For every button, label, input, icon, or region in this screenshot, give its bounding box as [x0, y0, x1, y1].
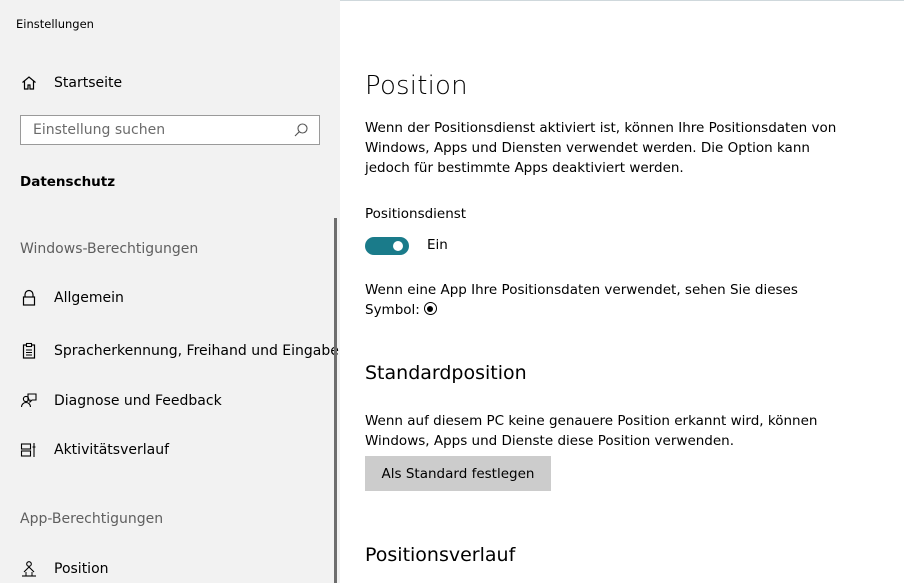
sidebar-scrollbar[interactable]: [334, 218, 337, 583]
location-in-use-icon: [423, 302, 437, 315]
sidebar-item-allgemein[interactable]: Allgemein: [20, 289, 124, 307]
window-title: Einstellungen: [16, 17, 94, 31]
sidebar-item-label: Aktivitätsverlauf: [54, 442, 170, 458]
sidebar-item-activity[interactable]: Aktivitätsverlauf: [20, 441, 169, 459]
sidebar-item-position[interactable]: Position: [20, 560, 109, 578]
toggle-knob: [393, 241, 403, 251]
app-permissions-header: App-Berechtigungen: [20, 511, 164, 527]
sidebar-item-speech[interactable]: Spracherkennung, Freihand und Eingabe: [20, 342, 339, 360]
service-label: Positionsdienst: [365, 206, 467, 222]
lock-icon: [20, 289, 38, 307]
sidebar-item-label: Position: [54, 561, 109, 577]
sidebar-item-label: Diagnose und Feedback: [54, 393, 222, 409]
timeline-icon: [20, 441, 38, 459]
sidebar-item-home[interactable]: Startseite: [20, 74, 122, 92]
sidebar-item-label: Spracherkennung, Freihand und Eingabe: [54, 343, 339, 359]
search-icon[interactable]: [293, 122, 309, 138]
settings-search[interactable]: [20, 115, 320, 145]
sidebar: Einstellungen Startseite Datenschutz Win…: [0, 0, 340, 583]
windows-permissions-header: Windows-Berechtigungen: [20, 241, 199, 257]
default-position-title: Standardposition: [365, 362, 527, 384]
sidebar-item-label: Startseite: [54, 75, 123, 91]
search-input[interactable]: [21, 116, 293, 144]
category-title: Datenschutz: [20, 174, 116, 190]
main-content: Position Wenn der Positionsdienst aktivi…: [340, 0, 904, 584]
intro-text: Wenn der Positionsdienst aktiviert ist, …: [365, 120, 837, 176]
sidebar-item-label: Allgemein: [54, 290, 124, 306]
location-service-toggle[interactable]: [365, 237, 409, 255]
home-icon: [20, 74, 38, 92]
default-position-text: Wenn auf diesem PC keine genauere Positi…: [365, 413, 818, 449]
page-title: Position: [365, 71, 468, 101]
location-person-icon: [20, 560, 38, 578]
feedback-person-icon: [20, 392, 38, 410]
toggle-state-label: Ein: [427, 237, 448, 253]
location-history-title: Positionsverlauf: [365, 544, 516, 566]
symbol-note: Wenn eine App Ihre Positionsdaten verwen…: [365, 280, 845, 320]
set-default-button[interactable]: Als Standard festlegen: [365, 456, 551, 491]
sidebar-item-diagnose[interactable]: Diagnose und Feedback: [20, 392, 222, 410]
clipboard-icon: [20, 342, 38, 360]
